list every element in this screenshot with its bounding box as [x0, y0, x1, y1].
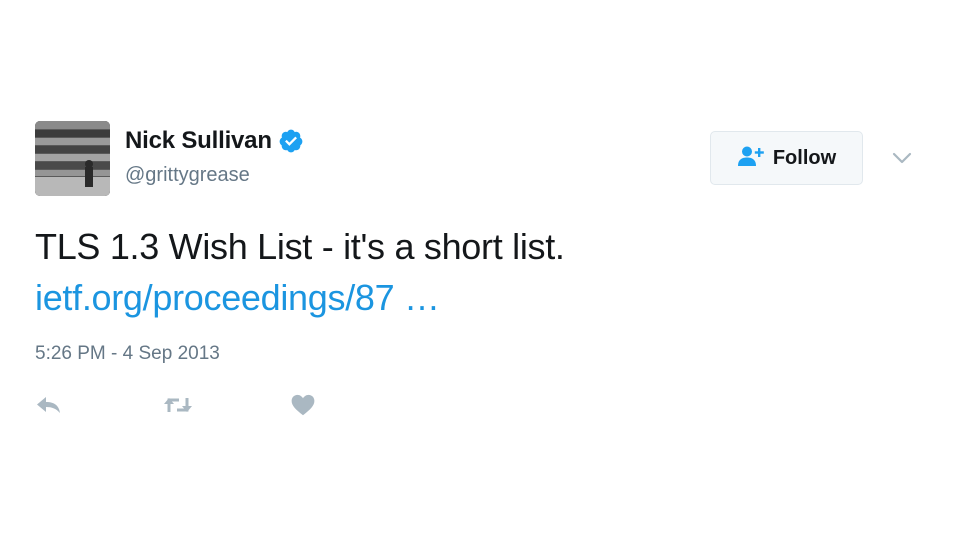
avatar[interactable] [35, 121, 110, 196]
verified-badge-icon [278, 128, 304, 154]
tweet-link[interactable]: ietf.org/proceedings/87 … [35, 273, 440, 323]
reply-icon[interactable] [35, 392, 65, 418]
add-user-icon [737, 145, 765, 172]
tweet-card: Nick Sullivan @grittygrease Follow TLS 1… [0, 0, 960, 540]
tweet-text: TLS 1.3 Wish List - it's a short list. [35, 226, 565, 267]
like-icon[interactable] [290, 392, 320, 418]
follow-button-label: Follow [772, 146, 837, 169]
follow-button[interactable]: Follow [710, 131, 863, 185]
user-handle[interactable]: @grittygrease [125, 162, 250, 188]
retweet-icon[interactable] [162, 392, 194, 418]
user-name-row[interactable]: Nick Sullivan [125, 126, 304, 156]
chevron-down-icon[interactable] [890, 146, 914, 170]
tweet-timestamp[interactable]: 5:26 PM - 4 Sep 2013 [35, 342, 220, 366]
user-name[interactable]: Nick Sullivan [125, 126, 272, 156]
avatar-image [35, 121, 110, 196]
